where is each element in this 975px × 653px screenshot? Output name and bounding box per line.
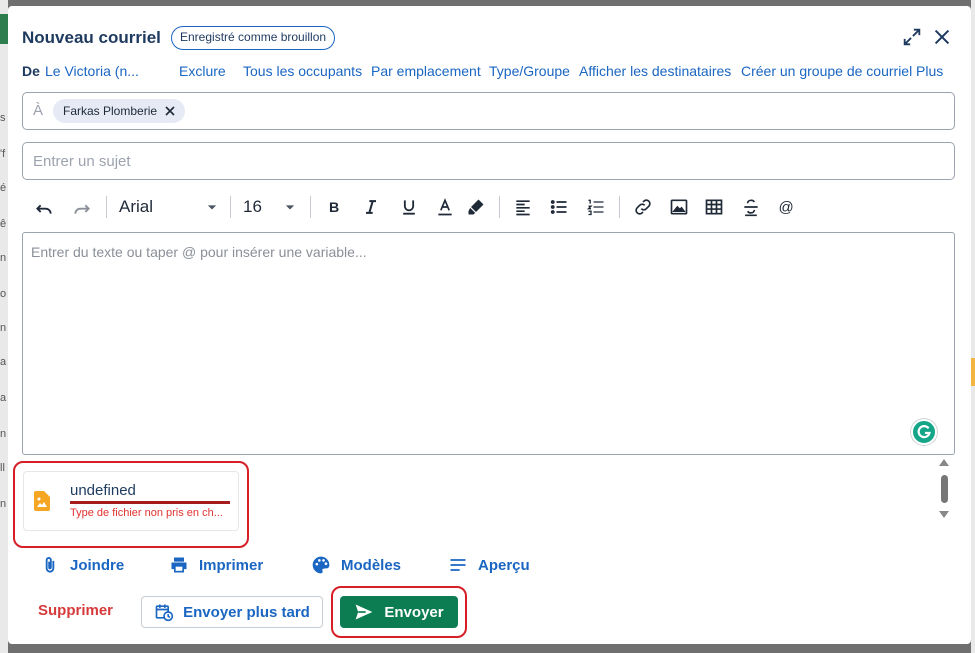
message-body-editor[interactable]: Entrer du texte ou taper @ pour insérer … [22,232,955,455]
recipient-name: Farkas Plomberie [63,104,158,118]
templates-label: Modèles [341,556,402,574]
text-color-icon[interactable] [433,196,457,218]
close-icon[interactable] [931,26,953,48]
underline-icon[interactable] [397,196,421,218]
link-more[interactable]: Plus [916,63,943,79]
draft-status-badge: Enregistré comme brouillon [171,26,336,50]
bullet-list-icon[interactable] [547,196,571,218]
preview-button[interactable]: Aperçu [448,554,530,576]
scroll-up-arrow-icon[interactable] [938,457,950,467]
send-button[interactable]: Envoyer [340,596,458,628]
image-icon[interactable] [667,196,691,218]
from-row: De Le Victoria (n... Exclure Tous les oc… [22,63,957,81]
table-icon[interactable] [702,196,726,218]
italic-icon[interactable] [359,196,383,218]
chevron-down-icon[interactable] [202,196,222,218]
scrollbar-thumb[interactable] [941,475,948,503]
templates-button[interactable]: Modèles [311,554,401,576]
attach-button[interactable]: Joindre [40,554,124,576]
svg-text:@: @ [779,199,794,216]
send-plane-icon [356,604,373,620]
redo-icon[interactable] [70,196,94,218]
font-size-select[interactable]: 16 [243,196,262,218]
to-field[interactable]: À Farkas Plomberie [22,92,955,130]
link-exclude[interactable]: Exclure [179,63,226,79]
grammarly-icon[interactable] [911,419,937,445]
scroll-down-arrow-icon[interactable] [938,510,950,520]
svg-text:B: B [329,200,339,216]
paperclip-icon [45,557,55,573]
formatting-toolbar: Arial 16 B @ [22,192,955,222]
preview-lines-icon [450,559,466,571]
background-app-left: s'f é êno naa n ll n [0,0,8,653]
align-icon[interactable] [511,196,535,218]
print-button[interactable]: Imprimer [169,554,263,576]
print-label: Imprimer [199,556,264,574]
printer-icon [171,557,187,573]
sender-select[interactable]: Le Victoria (n... [45,63,139,79]
link-create-mail-group[interactable]: Créer un groupe de courriel [741,63,912,79]
attachment-error-text: Type de fichier non pris en ch... [70,507,223,519]
attachment-filename: undefined [70,482,136,499]
recipient-chip[interactable]: Farkas Plomberie [53,99,186,123]
send-later-label: Envoyer plus tard [183,603,310,621]
strikethrough-icon[interactable] [739,196,763,218]
font-family-select[interactable]: Arial [119,196,153,218]
expand-icon[interactable] [901,26,923,48]
bold-icon[interactable]: B [322,196,346,218]
delete-button[interactable]: Supprimer [38,602,113,619]
highlight-icon[interactable] [464,196,488,218]
subject-field[interactable] [22,142,955,180]
new-email-dialog: Nouveau courriel Enregistré comme brouil… [8,6,971,644]
link-all-occupants[interactable]: Tous les occupants [243,63,362,79]
remove-recipient-icon[interactable] [164,105,176,117]
link-show-recipients[interactable]: Afficher les destinataires [579,63,731,79]
background-app-right [971,0,975,653]
from-label: De [22,63,40,79]
link-by-location[interactable]: Par emplacement [371,63,481,79]
link-type-group[interactable]: Type/Groupe [489,63,570,79]
numbered-list-icon[interactable] [584,196,608,218]
undo-icon[interactable] [32,196,56,218]
dialog-title: Nouveau courriel [22,28,161,47]
link-icon[interactable] [631,196,655,218]
send-later-button[interactable]: Envoyer plus tard [141,596,323,628]
preview-label: Aperçu [478,556,530,574]
image-file-icon [34,491,50,511]
palette-icon [312,556,330,574]
attachment-card[interactable]: undefined Type de fichier non pris en ch… [23,471,239,531]
mention-icon[interactable]: @ [774,196,798,218]
attachment-error-bar [70,501,230,504]
chevron-down-icon[interactable] [280,196,300,218]
to-label: À [33,102,44,119]
editor-placeholder: Entrer du texte ou taper @ pour insérer … [31,244,367,260]
attach-label: Joindre [70,556,125,574]
schedule-calendar-icon [155,604,174,622]
send-label: Envoyer [384,603,444,621]
subject-input[interactable] [23,143,954,179]
